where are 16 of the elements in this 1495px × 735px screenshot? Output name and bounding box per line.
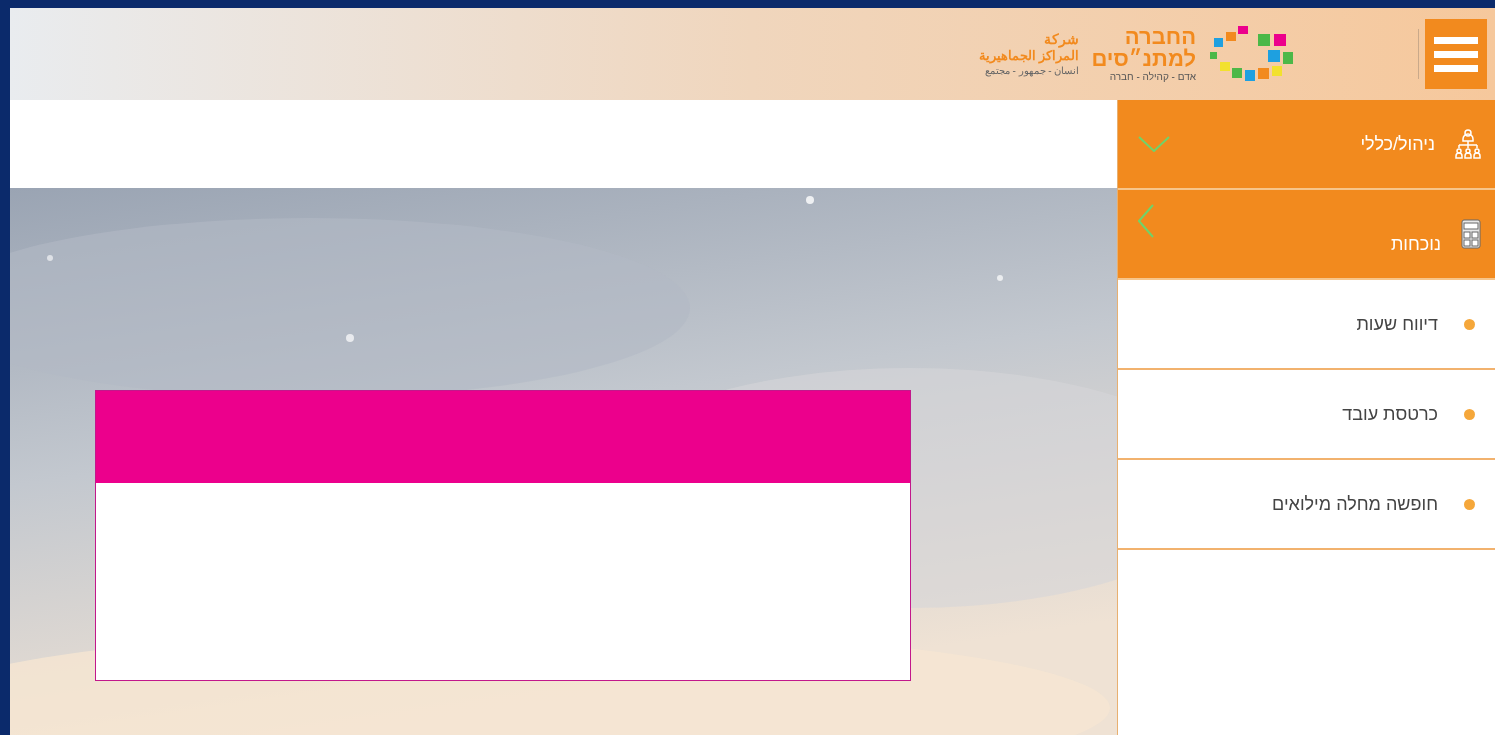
logo-title: החברה	[1124, 26, 1196, 48]
chevron-icon	[1138, 136, 1170, 152]
bullet-icon	[1464, 318, 1475, 330]
logo-tagline: אדם - קהילה - חברה	[1108, 72, 1196, 82]
menu-label: נוכחות	[1389, 233, 1441, 256]
logo-tagline: انسان - جمهور - مجتمع	[983, 64, 1080, 78]
logo-title: شركة	[1043, 30, 1080, 49]
chevron-icon	[1138, 204, 1154, 238]
menu-button[interactable]	[1425, 19, 1487, 89]
bullet-icon	[1464, 498, 1475, 510]
org-chart-icon	[1455, 129, 1481, 159]
bullet-icon	[1464, 408, 1475, 420]
logo-subtitle: المراكز الجماهيرية	[978, 48, 1080, 65]
logo-subtitle: למתנ״סים	[1091, 48, 1196, 70]
calculator-icon	[1461, 219, 1481, 249]
menu-label: ניהול/כללי	[1359, 132, 1435, 156]
